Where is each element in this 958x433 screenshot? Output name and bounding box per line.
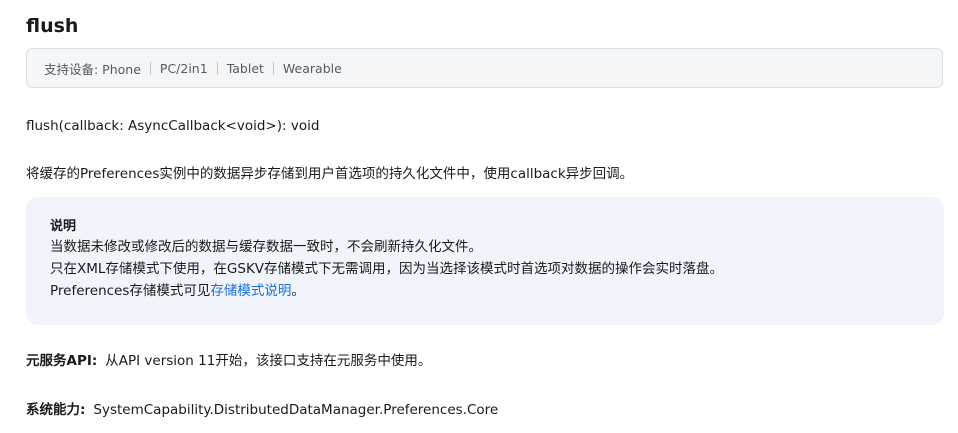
device-divider (216, 61, 218, 75)
atomic-service-info: 元服务API: 从API version 11开始，该接口支持在元服务中使用。 (26, 351, 431, 371)
note-line: 只在XML存储模式下使用，在GSKV存储模式下无需调用，因为当选择该模式时首选项… (50, 261, 724, 277)
devices-label: 支持设备: Phone (44, 61, 141, 77)
page-title: flush (26, 15, 79, 37)
note-box: 说明 当数据未修改或修改后的数据与缓存数据一致时，不会刷新持久化文件。 只在XM… (26, 197, 944, 325)
method-description: 将缓存的Preferences实例中的数据异步存储到用户首选项的持久化文件中，使… (26, 166, 634, 182)
device-divider (149, 61, 151, 75)
system-capability-value: SystemCapability.DistributedDataManager.… (93, 402, 499, 418)
note-line-text: Preferences存储模式可见 (50, 283, 211, 299)
atomic-service-label: 元服务API: (26, 353, 98, 369)
note-line: 当数据未修改或修改后的数据与缓存数据一致时，不会刷新持久化文件。 (50, 239, 482, 255)
device-item: Tablet (226, 60, 264, 76)
note-line: Preferences存储模式可见存储模式说明。 (50, 280, 944, 302)
system-capability-info: 系统能力: SystemCapability.DistributedDataMan… (26, 400, 498, 420)
storage-mode-link[interactable]: 存储模式说明 (210, 283, 291, 299)
device-item: Wearable (282, 60, 342, 76)
doc-page: flush 支持设备: Phone PC/2in1 Tablet Wearabl… (0, 0, 958, 433)
system-capability-label: 系统能力: (26, 402, 86, 418)
device-divider (272, 61, 274, 75)
supported-devices-bar: 支持设备: Phone PC/2in1 Tablet Wearable (26, 48, 943, 88)
note-line-punct: 。 (291, 283, 305, 299)
method-signature: flush(callback: AsyncCallback<void>): vo… (26, 118, 320, 134)
device-item: PC/2in1 (159, 60, 208, 76)
note-title: 说明 (50, 219, 77, 234)
atomic-service-value: 从API version 11开始，该接口支持在元服务中使用。 (105, 353, 432, 369)
